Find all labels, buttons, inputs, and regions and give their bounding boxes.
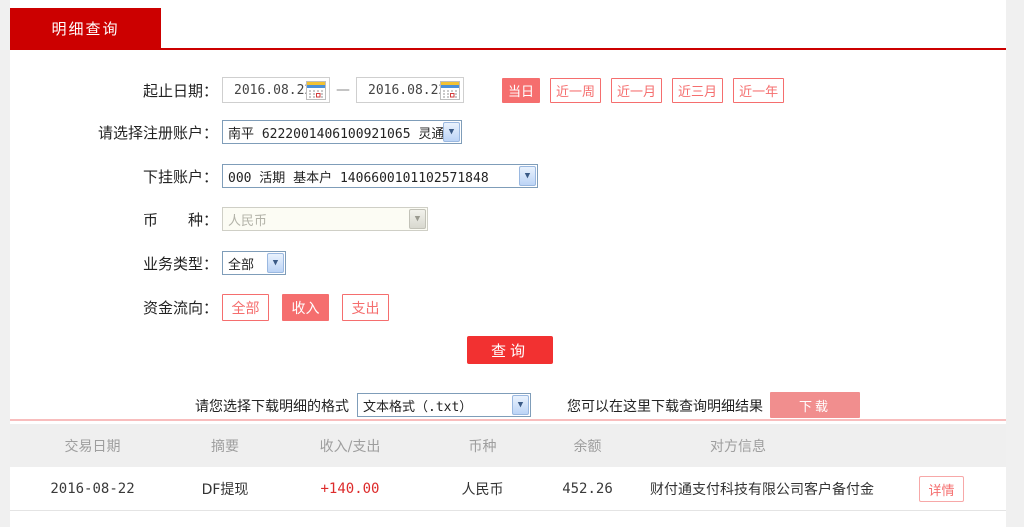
sub-account-label: 下挂账户： [142,167,218,186]
sub-account-row: 下挂账户： 000 活期 基本户 1406600101102571848 ▼ [10,164,1006,188]
fund-flow-label: 资金流向： [142,299,218,317]
register-account-value: 南平 6222001406100921065 灵通卡 [228,126,458,142]
chevron-down-icon[interactable]: ▼ [443,122,460,142]
header-trade-date: 交易日期 [64,438,121,455]
sub-account-select[interactable]: 000 活期 基本户 1406600101102571848 ▼ [222,164,538,188]
start-date-value: 2016.08.22 [234,82,313,98]
business-type-label: 业务类型： [142,254,218,273]
header-balance: 余额 [573,438,602,455]
table-row: 2016-08-22 DF提现 +140.00 人民币 452.26 财付通支付… [10,467,1006,511]
download-format-select[interactable]: 文本格式（.txt） ▼ [357,393,531,417]
header-income-expense: 收入/支出 [319,438,381,455]
fund-flow-expense-button[interactable]: 支出 [342,294,389,321]
quick-range-buttons: 当日 近一周 近一月 近三月 近一年 [502,77,785,103]
end-date-input[interactable]: 2016.08.22 [356,77,464,103]
cell-counterparty: 财付通支付科技有限公司客户备付金 详情 [635,467,1006,510]
table-header: 交易日期 摘要 收入/支出 币种 余额 对方信息 [10,424,1006,467]
content-panel: 明细查询 起止日期： 2016.08.22 — 2016.08.22 当日 近一… [10,0,1006,527]
chevron-down-icon[interactable]: ▼ [267,253,284,273]
tab-underline [10,48,1006,50]
cell-trade-date: 2016-08-22 [50,480,135,497]
header-summary: 摘要 [211,438,239,455]
calendar-icon[interactable] [306,81,326,100]
chevron-down-icon: ▼ [409,209,426,229]
end-date-value: 2016.08.22 [368,82,447,98]
calendar-icon[interactable] [440,81,460,100]
query-button[interactable]: 查询 [467,336,553,364]
sub-account-value: 000 活期 基本户 1406600101102571848 [228,170,489,186]
cell-summary: DF提现 [201,481,249,498]
date-range-row: 起止日期： 2016.08.22 — 2016.08.22 当日 近一周 近一月… [10,77,1006,103]
currency-value: 人民币 [228,213,268,229]
currency-label: 币 种： [142,210,218,229]
quick-range-year-button[interactable]: 近一年 [733,77,785,103]
register-account-label: 请选择注册账户： [97,123,218,142]
header-currency: 币种 [468,438,497,455]
fund-flow-row: 资金流向： 全部 收入 支出 [10,294,1006,321]
fund-flow-buttons: 全部 收入 支出 [222,294,389,321]
start-date-input[interactable]: 2016.08.22 [222,77,330,103]
counterparty-text: 财付通支付科技有限公司客户备付金 [650,481,874,498]
fund-flow-all-button[interactable]: 全部 [222,294,269,321]
quick-range-month-button[interactable]: 近一月 [611,77,663,103]
chevron-down-icon[interactable]: ▼ [512,395,529,415]
quick-range-quarter-button[interactable]: 近三月 [672,77,724,103]
download-button[interactable]: 下载 [770,392,860,418]
header-counterparty: 对方信息 [710,438,766,455]
download-row: 请您选择下载明细的格式 文本格式（.txt） ▼ 您可以在这里下载查询明细结果 … [10,392,1006,418]
fund-flow-income-button[interactable]: 收入 [282,294,329,321]
currency-row: 币 种： 人民币 ▼ [10,207,1006,231]
table-top-divider [10,419,1006,421]
quick-range-today-button[interactable]: 当日 [502,77,541,103]
date-range-label: 起止日期： [142,81,218,100]
detail-button[interactable]: 详情 [919,476,964,502]
tab-detail-query[interactable]: 明细查询 [10,8,161,48]
quick-range-week-button[interactable]: 近一周 [550,77,602,103]
cell-currency: 人民币 [461,481,504,498]
business-type-row: 业务类型： 全部 ▼ [10,251,1006,275]
download-format-label: 请您选择下载明细的格式 [195,399,349,415]
cell-amount: +140.00 [320,480,380,497]
business-type-select[interactable]: 全部 ▼ [222,251,286,275]
business-type-value: 全部 [228,257,255,273]
cell-balance: 452.26 [562,480,613,497]
download-format-value: 文本格式（.txt） [363,399,473,415]
register-account-row: 请选择注册账户： 南平 6222001406100921065 灵通卡 ▼ [10,120,1006,144]
download-hint: 您可以在这里下载查询明细结果 [567,399,763,415]
chevron-down-icon[interactable]: ▼ [519,166,536,186]
currency-select: 人民币 ▼ [222,207,428,231]
date-range-separator: — [336,82,350,98]
register-account-select[interactable]: 南平 6222001406100921065 灵通卡 ▼ [222,120,462,144]
